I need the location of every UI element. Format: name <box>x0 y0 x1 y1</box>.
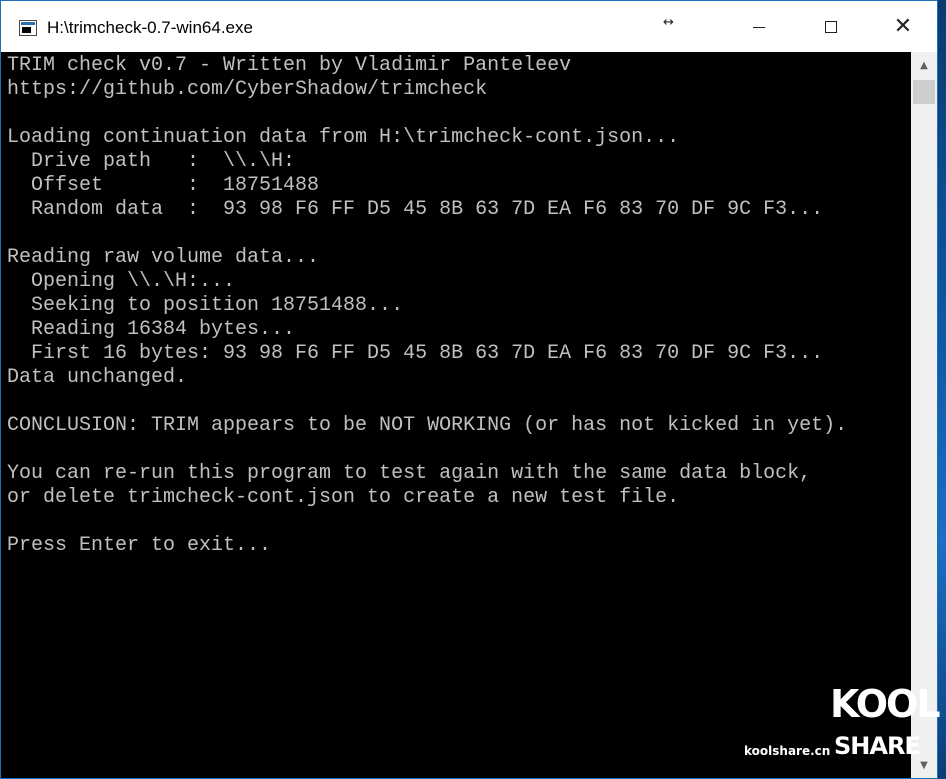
maximize-icon <box>825 20 837 33</box>
close-button[interactable]: ✕ <box>867 1 939 52</box>
window-title: H:\trimcheck-0.7-win64.exe <box>47 18 253 37</box>
console-line: Random data : 93 98 F6 FF D5 45 8B 63 7D… <box>7 198 824 221</box>
close-icon: ✕ <box>893 13 913 39</box>
watermark-logo-top: KOOL <box>830 682 941 726</box>
console-line: https://github.com/CyberShadow/trimcheck <box>7 78 488 101</box>
console-line: Reading 16384 bytes... <box>7 318 296 341</box>
watermark-logo-bottom: SHARE <box>834 732 921 760</box>
minimize-icon <box>753 27 765 28</box>
console-line: Drive path : \\.\H: <box>7 150 296 173</box>
console-line: First 16 bytes: 93 98 F6 FF D5 45 8B 63 … <box>7 342 824 365</box>
console-line: You can re-run this program to test agai… <box>7 462 812 485</box>
watermark-site-text: koolshare.cn <box>744 744 831 758</box>
console-line: TRIM check v0.7 - Written by Vladimir Pa… <box>7 54 572 77</box>
console-output[interactable]: TRIM check v0.7 - Written by Vladimir Pa… <box>1 52 911 778</box>
console-line: Opening \\.\H:... <box>7 270 236 293</box>
vertical-scrollbar[interactable]: ▲ ▼ <box>911 52 937 778</box>
watermark-logo: KOOL SHARE <box>830 682 941 768</box>
minimize-button[interactable] <box>723 1 795 52</box>
resize-cursor-icon: ↔ <box>663 15 674 30</box>
console-line: or delete trimcheck-cont.json to create … <box>7 486 680 509</box>
console-line: Loading continuation data from H:\trimch… <box>7 126 680 149</box>
maximize-button[interactable] <box>795 1 867 52</box>
title-bar[interactable]: H:\trimcheck-0.7-win64.exe ↔ ✕ <box>1 1 937 52</box>
console-line: Offset : 18751488 <box>7 174 320 197</box>
scroll-thumb[interactable] <box>913 80 935 104</box>
console-line: Data unchanged. <box>7 366 188 389</box>
console-window: H:\trimcheck-0.7-win64.exe ↔ ✕ TRIM chec… <box>0 0 938 779</box>
console-line: CONCLUSION: TRIM appears to be NOT WORKI… <box>7 414 848 437</box>
console-line: Press Enter to exit... <box>7 534 272 557</box>
console-line: Seeking to position 18751488... <box>7 294 404 317</box>
scroll-up-arrow-icon[interactable]: ▲ <box>911 52 937 78</box>
console-app-icon[interactable] <box>19 20 37 36</box>
console-line: Reading raw volume data... <box>7 246 320 269</box>
